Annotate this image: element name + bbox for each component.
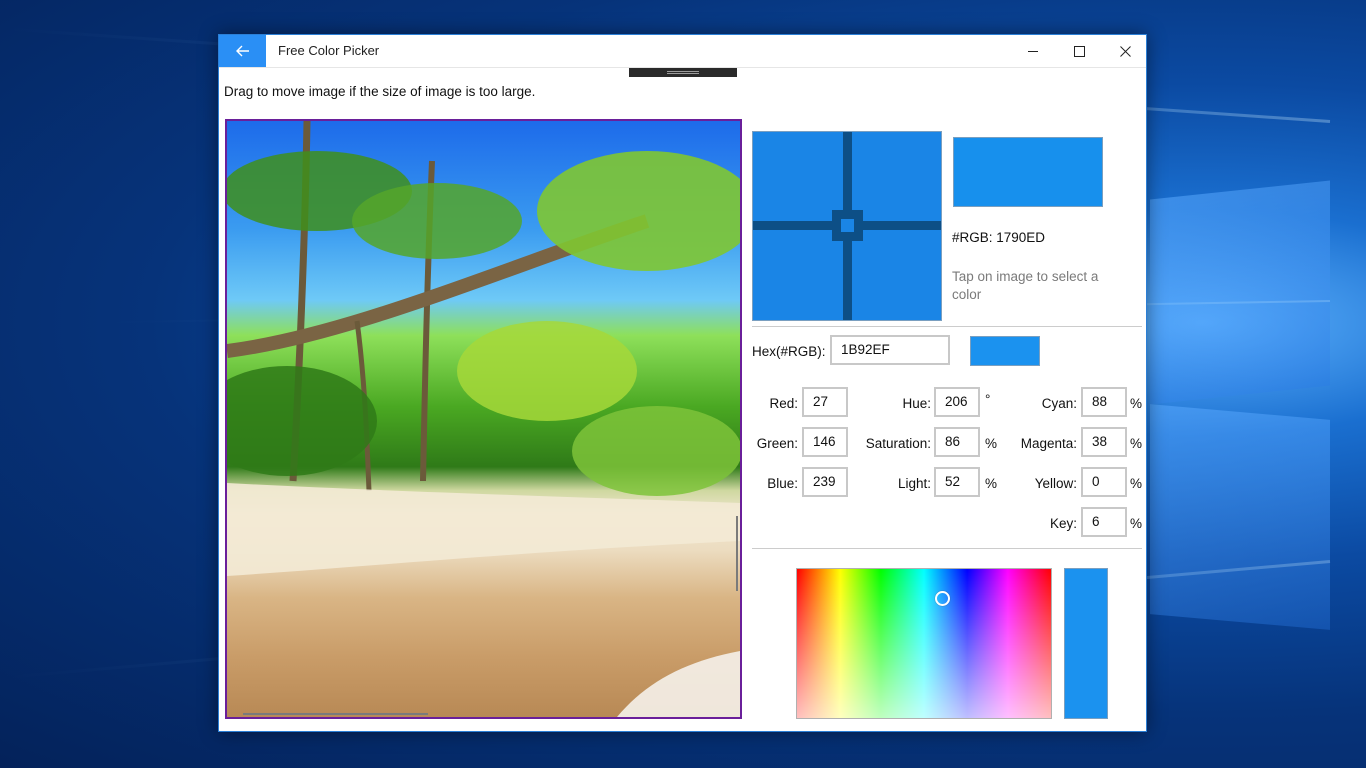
magnifier-preview [752, 131, 942, 321]
crosshair-center-inner [841, 219, 854, 232]
minimize-button[interactable] [1010, 35, 1056, 67]
saturation-unit: % [985, 436, 998, 451]
source-image[interactable] [225, 119, 742, 719]
key-unit: % [1130, 516, 1143, 531]
color-spectrum[interactable] [796, 568, 1052, 719]
light-unit: % [985, 476, 998, 491]
green-label: Green: [756, 436, 798, 451]
magenta-input[interactable]: 38 [1081, 427, 1127, 457]
spectrum-cursor[interactable] [935, 591, 950, 606]
blue-label: Blue: [767, 476, 798, 491]
maximize-button[interactable] [1056, 35, 1102, 67]
divider-top [752, 326, 1142, 327]
image-horizontal-scrollbar[interactable] [243, 713, 428, 715]
picked-color-swatch [953, 137, 1103, 207]
maximize-icon [1073, 45, 1085, 57]
title-bar: Free Color Picker [219, 35, 1146, 68]
yellow-unit: % [1130, 476, 1143, 491]
close-icon [1119, 45, 1131, 57]
beach-palm-image [227, 121, 740, 717]
minimize-icon [1027, 50, 1038, 52]
hex-input[interactable]: 1B92EF [830, 335, 950, 365]
red-input[interactable]: 27 [802, 387, 848, 417]
saturation-input[interactable]: 86 [934, 427, 980, 457]
image-vertical-scrollbar[interactable] [736, 516, 738, 591]
key-label: Key: [1049, 516, 1077, 531]
current-color-bar [1064, 568, 1108, 719]
key-input[interactable]: 6 [1081, 507, 1127, 537]
close-button[interactable] [1102, 35, 1148, 67]
yellow-label: Yellow: [1034, 476, 1077, 491]
red-label: Red: [769, 396, 798, 411]
cyan-label: Cyan: [1041, 396, 1077, 411]
panel-drag-handle[interactable] [629, 68, 737, 77]
picked-rgb-value: #RGB: 1790ED [952, 230, 1046, 245]
hue-input[interactable]: 206 [934, 387, 980, 417]
magenta-unit: % [1130, 436, 1143, 451]
hue-label: Hue: [902, 396, 931, 411]
app-window: Free Color Picker Drag to move image if … [218, 34, 1147, 732]
cyan-input[interactable]: 88 [1081, 387, 1127, 417]
cyan-unit: % [1130, 396, 1143, 411]
light-label: Light: [897, 476, 931, 491]
light-input[interactable]: 52 [934, 467, 980, 497]
hex-label: Hex(#RGB): [752, 344, 826, 359]
drag-hint: Drag to move image if the size of image … [224, 84, 536, 99]
blue-input[interactable]: 239 [802, 467, 848, 497]
back-arrow-icon [235, 45, 249, 57]
saturation-label: Saturation: [865, 436, 931, 451]
magenta-label: Magenta: [1020, 436, 1077, 451]
hue-unit: ° [985, 392, 991, 407]
yellow-input[interactable]: 0 [1081, 467, 1127, 497]
hex-color-swatch [970, 336, 1040, 366]
back-button[interactable] [219, 35, 266, 67]
divider-bottom [752, 548, 1142, 549]
window-title: Free Color Picker [278, 43, 380, 58]
tap-hint: Tap on image to select a color [952, 269, 1099, 302]
